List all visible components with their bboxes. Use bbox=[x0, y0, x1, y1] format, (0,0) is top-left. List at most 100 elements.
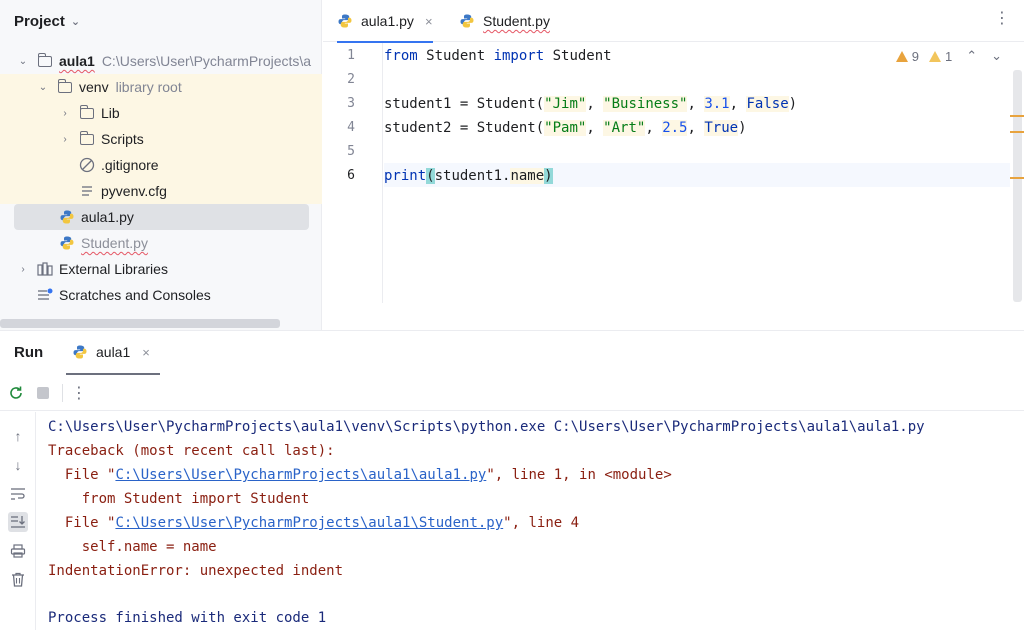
code-line-6[interactable]: print(student1.name) bbox=[384, 164, 553, 188]
ignored-file-icon bbox=[78, 157, 96, 173]
warning-icon bbox=[895, 50, 908, 62]
run-title: Run bbox=[14, 344, 44, 361]
console-traceback-file: File "C:\Users\User\PycharmProjects\aula… bbox=[48, 515, 580, 531]
chevron-down-icon[interactable]: ⌄ bbox=[71, 15, 80, 28]
folder-icon bbox=[78, 130, 96, 147]
close-icon[interactable]: × bbox=[425, 14, 433, 29]
config-file-icon bbox=[78, 183, 96, 199]
line-number: 4 bbox=[347, 120, 355, 135]
editor-tabs: aula1.py × Student.py ⋮ bbox=[323, 0, 1024, 43]
weak-warning-icon bbox=[928, 50, 941, 62]
tab-aula1-py[interactable]: aula1.py × bbox=[337, 0, 433, 43]
rerun-icon[interactable] bbox=[7, 384, 25, 402]
library-root-hint: library root bbox=[115, 79, 182, 95]
run-side-toolbar: ↑ ↓ bbox=[0, 412, 36, 630]
project-tool-window: Project ⌄ ⌄ aula1 C:\Users\User\PycharmP… bbox=[0, 0, 322, 330]
scroll-to-end-icon[interactable] bbox=[8, 512, 28, 532]
print-icon[interactable] bbox=[8, 541, 28, 561]
tree-item-scratches[interactable]: Scratches and Consoles bbox=[0, 282, 322, 308]
tree-item-label: Scratches and Consoles bbox=[59, 287, 211, 303]
close-icon[interactable]: × bbox=[142, 345, 150, 360]
line-number: 2 bbox=[347, 72, 355, 87]
chevron-down-icon[interactable]: ⌄ bbox=[16, 56, 30, 67]
tree-item-external-libraries[interactable]: › External Libraries bbox=[0, 256, 322, 282]
weak-warning-count: 1 bbox=[944, 48, 953, 64]
soft-wrap-icon[interactable] bbox=[8, 484, 28, 504]
tree-item-scripts[interactable]: › Scripts bbox=[0, 126, 322, 152]
chevron-right-icon[interactable]: › bbox=[58, 108, 72, 119]
tree-item-label: pyvenv.cfg bbox=[101, 183, 167, 199]
horizontal-scrollbar[interactable] bbox=[0, 319, 280, 328]
tree-item-label: aula1.py bbox=[81, 209, 134, 225]
run-tool-window: Run aula1 × ⋮ ↑ ↓ C:\Users\User\PycharmP… bbox=[0, 330, 1024, 630]
python-file-icon bbox=[459, 13, 477, 29]
folder-icon bbox=[78, 104, 96, 121]
scratches-icon bbox=[36, 287, 54, 303]
line-number-gutter: 1 2 3 4 5 6 bbox=[323, 43, 383, 303]
tree-item-student-py[interactable]: Student.py bbox=[0, 230, 322, 256]
console-error-message: IndentationError: unexpected indent bbox=[48, 563, 344, 579]
folder-icon bbox=[36, 52, 54, 69]
editor: aula1.py × Student.py ⋮ 1 2 3 4 5 6 from… bbox=[323, 0, 1024, 330]
tree-item-label: venv bbox=[79, 79, 109, 95]
run-toolbar: ⋮ bbox=[0, 375, 1024, 411]
more-vertical-icon[interactable]: ⋮ bbox=[70, 384, 88, 402]
tree-item-pyvenv[interactable]: pyvenv.cfg bbox=[0, 178, 322, 204]
more-vertical-icon[interactable]: ⋮ bbox=[994, 11, 1010, 27]
console-exit-status: Process finished with exit code 1 bbox=[48, 610, 327, 626]
tab-label: Student.py bbox=[483, 13, 550, 29]
console-command-line: C:\Users\User\PycharmProjects\aula1\venv… bbox=[48, 419, 925, 435]
warning-count: 9 bbox=[911, 48, 919, 64]
library-icon bbox=[36, 261, 54, 277]
console-traceback-header: Traceback (most recent call last): bbox=[48, 443, 335, 459]
run-config-tab[interactable]: aula1 × bbox=[66, 331, 160, 375]
tree-item-aula1[interactable]: ⌄ aula1 C:\Users\User\PycharmProjects\a bbox=[0, 48, 322, 74]
stop-icon[interactable] bbox=[34, 384, 52, 402]
code-line-3[interactable]: student1 = Student("Jim", "Business", 3.… bbox=[384, 92, 797, 116]
python-file-icon bbox=[58, 235, 76, 251]
tree-item-label: Lib bbox=[101, 105, 120, 121]
chevron-right-icon[interactable]: › bbox=[16, 264, 30, 275]
tree-item-lib[interactable]: › Lib bbox=[0, 100, 322, 126]
arrow-down-icon[interactable]: ↓ bbox=[8, 455, 28, 475]
tree-item-path: C:\Users\User\PycharmProjects\a bbox=[101, 53, 312, 69]
line-number: 5 bbox=[347, 144, 355, 159]
tree-item-label: External Libraries bbox=[59, 261, 168, 277]
tree-item-label: Student.py bbox=[81, 235, 148, 251]
console-file-link[interactable]: C:\Users\User\PycharmProjects\aula1\aula… bbox=[115, 467, 486, 483]
vertical-scrollbar[interactable] bbox=[1013, 70, 1022, 302]
inspection-widget[interactable]: 9 1 ⌃ ⌄ bbox=[895, 48, 1002, 64]
warning-stripe-marker[interactable] bbox=[1010, 131, 1024, 133]
chevron-up-icon[interactable]: ⌃ bbox=[966, 48, 977, 64]
chevron-down-icon[interactable]: ⌄ bbox=[991, 48, 1002, 64]
tab-label: aula1.py bbox=[361, 13, 414, 29]
arrow-up-icon[interactable]: ↑ bbox=[8, 426, 28, 446]
warning-stripe-marker[interactable] bbox=[1010, 115, 1024, 117]
line-number: 1 bbox=[347, 48, 355, 63]
line-number: 3 bbox=[347, 96, 355, 111]
chevron-right-icon[interactable]: › bbox=[58, 134, 72, 145]
line-number: 6 bbox=[347, 168, 355, 183]
tree-item-aula1-py[interactable]: aula1.py bbox=[14, 204, 309, 230]
tree-item-label: .gitignore bbox=[101, 157, 159, 173]
warning-stripe-marker[interactable] bbox=[1010, 177, 1024, 179]
tree-item-gitignore[interactable]: .gitignore bbox=[0, 152, 322, 178]
console-source-line: self.name = name bbox=[48, 539, 217, 555]
code-line-4[interactable]: student2 = Student("Pam", "Art", 2.5, Tr… bbox=[384, 116, 747, 140]
console-source-line: from Student import Student bbox=[48, 491, 310, 507]
trash-icon[interactable] bbox=[8, 569, 28, 589]
tab-student-py[interactable]: Student.py bbox=[459, 0, 550, 42]
python-file-icon bbox=[72, 344, 90, 360]
python-file-icon bbox=[58, 209, 76, 225]
chevron-down-icon[interactable]: ⌄ bbox=[36, 82, 50, 93]
folder-icon bbox=[56, 78, 74, 95]
run-tab-label: aula1 bbox=[96, 344, 131, 360]
console-file-link[interactable]: C:\Users\User\PycharmProjects\aula1\Stud… bbox=[115, 515, 503, 531]
code-line-1[interactable]: from Student import Student bbox=[384, 44, 612, 68]
run-header: Run aula1 × bbox=[0, 331, 1024, 375]
toolbar-divider bbox=[62, 384, 63, 402]
tree-item-venv[interactable]: ⌄ venv library root bbox=[0, 74, 322, 100]
tree-item-label: Scripts bbox=[101, 131, 144, 147]
tree-item-label: aula1 bbox=[59, 53, 95, 69]
project-header[interactable]: Project ⌄ bbox=[0, 0, 322, 42]
